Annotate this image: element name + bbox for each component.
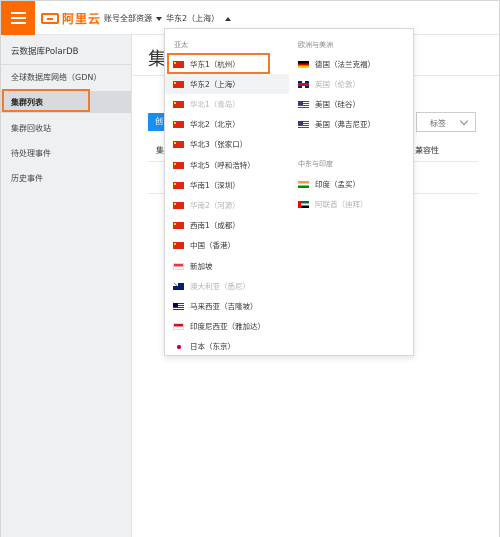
region-option: 英国（伦敦） (290, 74, 413, 94)
region-option[interactable]: 华北2（北京） (165, 115, 289, 135)
region-option-label: 华北3（张家口） (190, 140, 248, 150)
region-option[interactable]: 华北5（呼和浩特） (165, 155, 289, 175)
region-option[interactable]: 华北3（张家口） (165, 135, 289, 155)
region-option[interactable]: 印度尼西亚（雅加达） (165, 317, 289, 337)
gb-flag-icon (298, 80, 309, 88)
region-option-label: 英国（伦敦） (315, 79, 360, 89)
cn-flag-icon (173, 242, 184, 250)
region-option[interactable]: 美国（弗吉尼亚） (290, 115, 413, 135)
jp-flag-icon (173, 343, 184, 351)
region-option-label: 澳大利亚（悉尼） (190, 281, 250, 291)
region-dropdown: 亚太 欧洲与美洲 中东与印度 华东1（杭州） 华东2（上海） 华北1（青岛） 华北2（… (164, 28, 414, 356)
cn-flag-icon (173, 141, 184, 149)
region-option-label: 中国（香港） (190, 241, 235, 251)
region-selector-label: 华东2（上海） (166, 14, 220, 23)
region-option-label: 华北2（北京） (190, 120, 240, 130)
region-option-label: 华南2（河源） (190, 200, 240, 210)
region-option: 华北1（青岛） (165, 94, 289, 114)
region-option[interactable]: 德国（法兰克福） (290, 54, 413, 74)
cn-flag-icon (173, 80, 184, 88)
caret-down-icon (156, 16, 162, 21)
resource-group-label: 账号全部资源 (104, 14, 152, 23)
cn-flag-icon (173, 181, 184, 189)
region-option[interactable]: 美国（硅谷） (290, 94, 413, 114)
cn-flag-icon (173, 201, 184, 209)
hamburger-menu-icon[interactable] (1, 1, 35, 35)
table-header-cluster: 集 (156, 146, 164, 155)
resource-group-selector[interactable]: 账号全部资源 (104, 13, 162, 24)
region-option[interactable]: 华东2（上海） (165, 74, 289, 95)
highlight-box-hangzhou (167, 53, 270, 74)
region-option-label: 阿联酋（迪拜） (315, 199, 368, 209)
region-option-label: 日本（东京） (190, 342, 235, 352)
sidebar-item-recycle-bin[interactable]: 集群回收站 (11, 123, 51, 134)
group-label-asia: 亚太 (174, 41, 188, 49)
sg-flag-icon (173, 262, 184, 270)
region-option[interactable]: 日本（东京） (165, 337, 289, 357)
region-option-label: 印度（孟买） (315, 179, 360, 189)
sidebar-item-history-events[interactable]: 历史事件 (11, 173, 43, 184)
sidebar-title: 云数据库PolarDB (11, 47, 79, 57)
au-flag-icon (173, 282, 184, 290)
region-option-label: 德国（法兰克福） (315, 59, 375, 69)
region-option[interactable]: 马来西亚（吉隆坡） (165, 296, 289, 316)
region-option: 阿联酋（迪拜） (290, 194, 413, 214)
group-label-europe-americas: 欧洲与美洲 (298, 41, 333, 49)
id-flag-icon (173, 323, 184, 331)
chevron-down-icon (459, 116, 469, 126)
highlight-box-cluster-list (2, 89, 90, 112)
region-option-label: 华东2（上海） (190, 79, 240, 89)
cn-flag-icon (173, 161, 184, 169)
us-flag-icon (298, 100, 309, 108)
cn-flag-icon (173, 222, 184, 230)
aliyun-logo[interactable]: 阿里云 (41, 11, 102, 26)
sidebar-item-gdn[interactable]: 全球数据库网络（GDN） (11, 72, 101, 83)
cn-flag-icon (173, 121, 184, 129)
table-header-compatibility: 兼容性 (415, 146, 439, 155)
region-option-label: 美国（弗吉尼亚） (315, 120, 375, 130)
de-flag-icon (298, 60, 309, 68)
region-option: 华南2（河源） (165, 195, 289, 215)
aliyun-logo-icon (41, 12, 59, 24)
sidebar-item-pending-events[interactable]: 待处理事件 (11, 148, 51, 159)
region-option-label: 美国（硅谷） (315, 99, 360, 109)
region-option[interactable]: 印度（孟买） (290, 174, 413, 194)
region-option-label: 华北5（呼和浩特） (190, 160, 255, 170)
caret-up-icon (225, 16, 232, 21)
tag-filter-label: 标签 (430, 119, 446, 128)
in-flag-icon (298, 180, 309, 188)
region-option-label: 印度尼西亚（雅加达） (190, 322, 265, 332)
region-option[interactable]: 新加坡 (165, 256, 289, 276)
cn-flag-icon (173, 100, 184, 108)
region-option[interactable]: 华南1（深圳） (165, 175, 289, 195)
region-option-label: 西南1（成都） (190, 221, 240, 231)
region-option-label: 马来西亚（吉隆坡） (190, 301, 258, 311)
region-option[interactable]: 西南1（成都） (165, 216, 289, 236)
my-flag-icon (173, 302, 184, 310)
us-flag-icon (298, 121, 309, 129)
logo-text: 阿里云 (62, 11, 102, 26)
region-selector[interactable]: 华东2（上海） (166, 13, 232, 24)
group-label-middle-east-india: 中东与印度 (298, 160, 333, 168)
ae-flag-icon (298, 200, 309, 208)
sidebar-divider (1, 64, 131, 65)
region-option[interactable]: 中国（香港） (165, 236, 289, 256)
region-option-label: 华北1（青岛） (190, 99, 240, 109)
region-option-label: 新加坡 (190, 261, 213, 271)
region-option-label: 华南1（深圳） (190, 180, 240, 190)
tag-filter-select[interactable]: 标签 (416, 112, 476, 132)
region-option: 澳大利亚（悉尼） (165, 276, 289, 296)
